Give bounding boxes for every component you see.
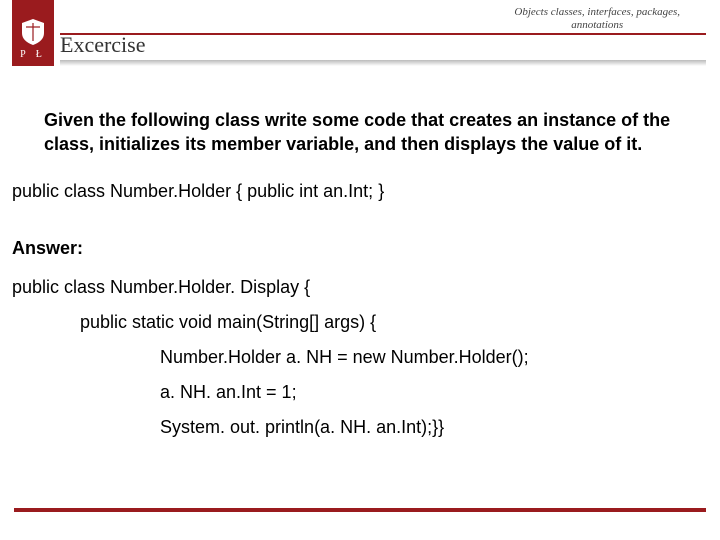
answer-line-4: System. out. println(a. NH. an.Int);}} (160, 417, 690, 438)
shield-icon (18, 17, 48, 47)
slide-body: Given the following class write some cod… (0, 66, 720, 438)
given-code: public class Number.Holder { public int … (12, 181, 690, 202)
topic-line2: annotations (571, 19, 623, 31)
logo-letters: P Ł (20, 49, 46, 60)
answer-line-3: a. NH. an.Int = 1; (160, 382, 690, 403)
answer-line-2: Number.Holder a. NH = new Number.Holder(… (160, 347, 690, 368)
exercise-prompt: Given the following class write some cod… (44, 108, 678, 157)
header-underline (60, 60, 706, 66)
answer-line-1: public static void main(String[] args) { (80, 312, 690, 333)
slide-title: Excercise (60, 32, 706, 58)
footer-rule (14, 508, 706, 512)
answer-line-0: public class Number.Holder. Display { (12, 277, 690, 298)
slide-header: P Ł Objects classes, interfaces, package… (0, 0, 720, 66)
answer-label: Answer: (12, 238, 690, 259)
institution-logo: P Ł (12, 0, 54, 66)
slide-topic: Objects classes, interfaces, packages, a… (514, 6, 680, 31)
topic-line1: Objects classes, interfaces, packages, (514, 6, 680, 18)
